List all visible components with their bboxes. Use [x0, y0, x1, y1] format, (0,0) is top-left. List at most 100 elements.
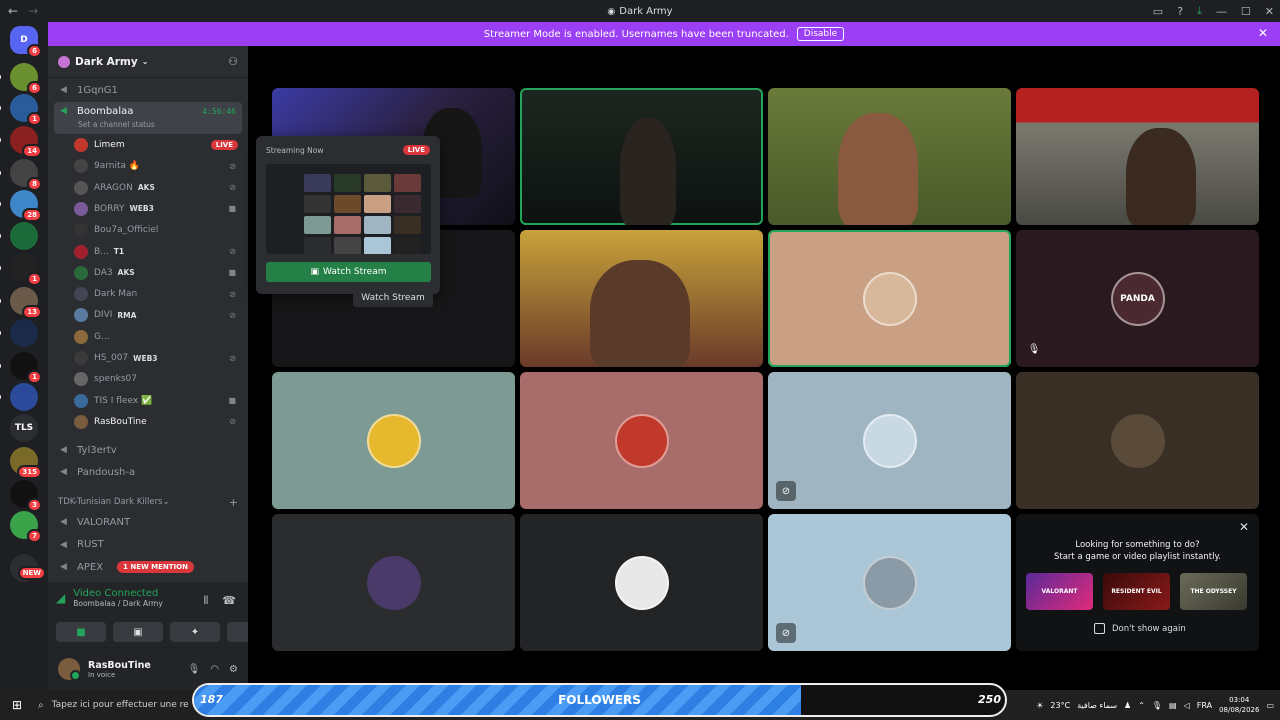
inbox-icon[interactable]: ▭	[1153, 5, 1163, 18]
language-indicator[interactable]: FRA	[1197, 701, 1212, 710]
video-tile-avatar-9[interactable]	[272, 372, 515, 509]
back-arrow-icon[interactable]: ←	[8, 4, 18, 18]
help-icon[interactable]: ?	[1177, 5, 1183, 18]
voice-channel[interactable]: ◀ Pandoush-a	[54, 462, 242, 482]
user-avatar[interactable]	[58, 658, 81, 681]
video-tile-avatar-7[interactable]	[768, 230, 1011, 367]
settings-gear-icon[interactable]: ⚙	[229, 664, 238, 675]
voice-member[interactable]: G...	[74, 327, 242, 347]
user-info[interactable]: RasBouTine In voice	[88, 660, 151, 679]
create-channel-icon[interactable]: +	[229, 496, 238, 509]
watch-stream-button[interactable]: ▣ Watch Stream	[266, 262, 431, 282]
video-tile-camera-6[interactable]	[520, 230, 763, 367]
server-icon[interactable]: 1	[0, 94, 42, 126]
dont-show-again-checkbox[interactable]	[1094, 623, 1105, 634]
voice-channel[interactable]: ◀ VALORANT	[54, 512, 242, 532]
tray-chevron-icon[interactable]: ⌃	[1138, 701, 1145, 710]
voice-channel[interactable]: ◀ RUST	[54, 535, 242, 555]
server-icon[interactable]: 28	[0, 190, 42, 222]
voice-status-title[interactable]: Video Connected	[73, 588, 163, 599]
video-tile-avatar-10[interactable]	[520, 372, 763, 509]
video-tile-camera-4[interactable]	[1016, 88, 1259, 225]
weather-temp[interactable]: 23°C	[1050, 701, 1070, 710]
close-activity-icon[interactable]: ✕	[1239, 520, 1249, 534]
weather-icon[interactable]: ☀	[1036, 701, 1043, 710]
mention-badge[interactable]: 1 NEW MENTION	[117, 561, 194, 573]
download-icon[interactable]: ⤓	[1197, 4, 1202, 18]
server-icon[interactable]: 13	[0, 287, 42, 319]
server-header[interactable]: Dark Army ⌄ ⚇	[48, 46, 248, 78]
tray-mic-icon[interactable]: 🎙	[1152, 701, 1162, 710]
video-tile-avatar-14[interactable]	[520, 514, 763, 651]
network-icon[interactable]: ▤	[1169, 701, 1177, 710]
server-icon[interactable]: 1	[0, 254, 42, 286]
stream-thumbnail[interactable]	[266, 164, 431, 254]
voice-member[interactable]: BORRY WEB3 ■	[74, 199, 242, 219]
windows-start-icon[interactable]: ⊞	[0, 698, 34, 712]
voice-channel-active[interactable]: ◀ Boombalaa 4:56:46 Set a channel status	[54, 102, 242, 134]
video-tile-avatar-12[interactable]	[1016, 372, 1259, 509]
disconnect-icon[interactable]: ☎	[222, 594, 236, 608]
voice-member[interactable]: Bou7a_Officiel	[74, 220, 242, 240]
voice-member[interactable]: RasBouTine ⊘	[74, 412, 242, 432]
server-icon[interactable]: 1	[0, 352, 42, 384]
voice-channel[interactable]: ◀ Tyl3ertv	[54, 440, 242, 460]
voice-member[interactable]: B... T1 ⊘	[74, 242, 242, 262]
channel-category[interactable]: TDK-Tunisian Dark Killers ⌄ +	[58, 494, 238, 510]
noise-suppression-icon[interactable]: ⦀	[203, 594, 208, 608]
maximize-icon[interactable]: ☐	[1241, 5, 1251, 18]
notifications-icon[interactable]: ▭	[1266, 701, 1274, 710]
server-icon[interactable]: NEW	[10, 554, 46, 582]
server-icon[interactable]: 14	[0, 126, 42, 158]
voice-channel[interactable]: ◀ 1GqnG1	[54, 80, 242, 100]
direct-messages-icon[interactable]: D6	[10, 26, 42, 58]
video-tile-camera-2[interactable]	[520, 88, 763, 225]
invite-people-icon[interactable]: ⚇	[228, 55, 238, 68]
server-icon[interactable]: 3	[10, 480, 42, 512]
server-icon[interactable]	[0, 319, 38, 347]
video-tile-avatar-15[interactable]: ⊘	[768, 514, 1011, 651]
server-icon[interactable]	[0, 222, 38, 250]
close-banner-icon[interactable]: ✕	[1258, 26, 1268, 40]
volume-icon[interactable]: ◁	[1184, 701, 1190, 710]
voice-member[interactable]: spenks07	[74, 369, 242, 389]
server-icon[interactable]: 7	[10, 511, 42, 543]
dont-show-again-row[interactable]: Don't show again	[1094, 623, 1186, 634]
voice-member[interactable]: DIVI RMA ⊘	[74, 305, 242, 325]
activities-button[interactable]: ✦	[170, 622, 220, 642]
taskbar-search[interactable]: ⌕ Tapez ici pour effectuer une re	[38, 700, 189, 711]
taskbar-clock[interactable]: 03:04 08/08/2026	[1219, 695, 1259, 715]
forward-arrow-icon[interactable]: →	[28, 4, 38, 18]
video-tile-avatar-8[interactable]: PANDA 🎙	[1016, 230, 1259, 367]
voice-member[interactable]: Dark Man ⊘	[74, 284, 242, 304]
game-card-1[interactable]: VALORANT	[1026, 573, 1093, 610]
server-icon[interactable]	[0, 383, 38, 411]
minimize-icon[interactable]: —	[1216, 5, 1227, 18]
close-window-icon[interactable]: ✕	[1265, 5, 1274, 18]
disable-streamer-mode-button[interactable]: Disable	[796, 27, 845, 41]
video-tile-avatar-13[interactable]	[272, 514, 515, 651]
weather-description[interactable]: سماء صافية	[1077, 701, 1117, 710]
voice-member[interactable]: DA3 AKS ■	[74, 263, 242, 283]
voice-member[interactable]: ARAGON AKS ⊘	[74, 178, 242, 198]
video-tile-camera-3[interactable]	[768, 88, 1011, 225]
server-icon[interactable]: 315	[10, 447, 42, 479]
server-icon[interactable]: 8	[0, 159, 42, 191]
signal-icon[interactable]: ◢	[56, 591, 65, 605]
screen-share-button[interactable]: ▣	[113, 622, 163, 642]
server-icon[interactable]: 6	[0, 63, 42, 95]
voice-member[interactable]: TIS I fleex ✅ ■	[74, 391, 242, 411]
game-card-3[interactable]: THE ODYSSEY	[1180, 573, 1247, 610]
video-tile-avatar-11[interactable]: ⊘	[768, 372, 1011, 509]
game-card-2[interactable]: RESIDENT EVIL	[1103, 573, 1170, 610]
channel-status[interactable]: Set a channel status	[78, 120, 155, 129]
microphone-icon[interactable]: 🎙	[188, 664, 201, 675]
server-icon[interactable]: TLS	[10, 414, 38, 442]
camera-button[interactable]: ■	[56, 622, 106, 642]
voice-member[interactable]: 9arnita 🔥 ⊘	[74, 156, 242, 176]
person-icon[interactable]: ♟	[1124, 701, 1131, 710]
voice-channel[interactable]: ◀ APEX 1 NEW MENTION	[54, 557, 242, 577]
voice-member[interactable]: HS_007 WEB3 ⊘	[74, 348, 242, 368]
headphones-icon[interactable]: ◠	[210, 664, 219, 675]
voice-member[interactable]: Limem LIVE	[74, 135, 242, 155]
